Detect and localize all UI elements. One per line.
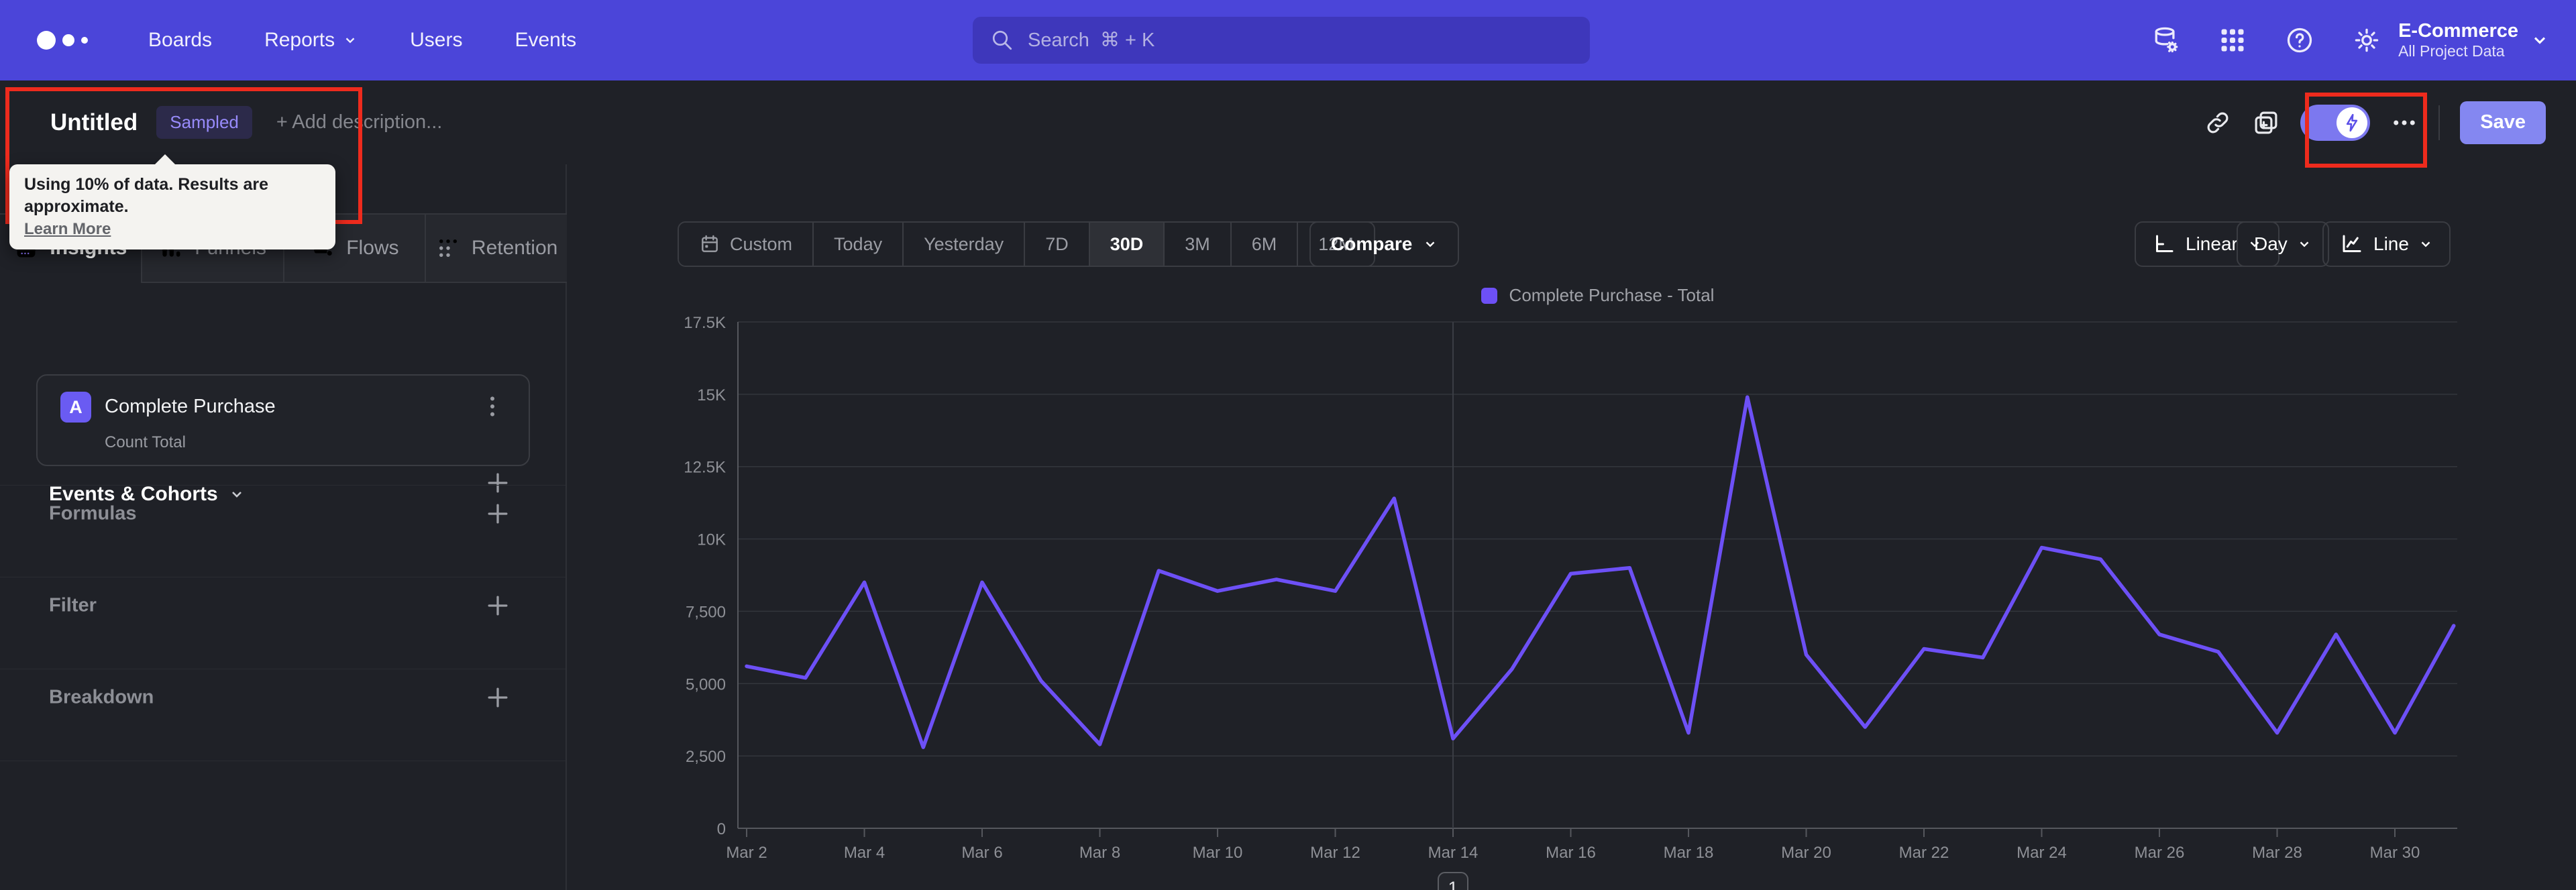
line-chart[interactable]: 0 2,500 5,000 7,500 10K 12.5K 15K 17.5K Mar 2 Mar… [567,164,2576,890]
event-row-complete-purchase[interactable]: A Complete Purchase Count Total [36,374,530,466]
settings-gear-icon[interactable] [2352,25,2381,55]
kebab-menu-icon[interactable] [479,393,506,420]
top-nav-bar: Boards Reports Users Events E-Commerce A… [0,0,2576,80]
x-axis-tick-label: Mar 22 [1899,844,1949,862]
x-axis-tick-label: Mar 30 [2370,844,2420,862]
series-line[interactable] [745,395,2456,749]
divider [2438,105,2440,140]
event-metric[interactable]: Count Total [105,433,186,452]
more-options-icon[interactable] [2390,109,2418,137]
x-axis-tick-label: Mar 18 [1664,844,1714,862]
y-axis-tick-label: 2,500 [686,748,726,766]
mixpanel-logo[interactable] [37,31,88,50]
query-sidebar: Insights Funnels Flows Retention Events … [0,164,567,890]
y-axis-tick-label: 12.5K [684,459,726,477]
add-to-board-icon[interactable] [2252,109,2280,137]
x-axis-tick-label: Mar 10 [1193,844,1243,862]
chart-panel: Custom Today Yesterday 7D 30D 3M 6M 12M … [567,164,2576,890]
event-name: Complete Purchase [105,396,276,417]
x-axis-tick-label: Mar 16 [1546,844,1596,862]
x-axis-tick-label: Mar 4 [844,844,885,862]
tooltip-arrow [154,154,176,165]
nav-events[interactable]: Events [515,29,576,52]
primary-nav: Boards Reports Users Events [148,29,576,52]
add-breakdown-button[interactable] [483,683,513,712]
breakdown-section: Breakdown [0,675,567,720]
title-actions: Save [2204,101,2546,144]
y-axis-tick-label: 15K [697,386,726,404]
filter-label: Filter [49,594,97,616]
x-axis-tick-label: Mar 26 [2135,844,2185,862]
boost-toggle[interactable] [2300,104,2371,141]
copy-link-icon[interactable] [2204,109,2232,137]
report-title-bar: Untitled Sampled + Add description... Sa… [0,80,2576,166]
add-formula-button[interactable] [483,499,513,529]
lightning-bolt-icon [2337,107,2368,138]
y-axis-tick-label: 5,000 [686,675,726,693]
search-input[interactable] [1026,28,1572,52]
top-icon-group [2151,0,2381,80]
formulas-section: Formulas [0,492,567,536]
add-filter-button[interactable] [483,591,513,620]
retention-icon [435,235,461,261]
learn-more-link[interactable]: Learn More [24,220,111,239]
y-axis-tick-label: 7,500 [686,603,726,621]
project-selector[interactable]: E-Commerce All Project Data [2398,0,2549,80]
tab-retention[interactable]: Retention [425,215,567,282]
tab-label: Retention [471,237,558,259]
x-axis-tick-label: Mar 20 [1781,844,1831,862]
nav-users[interactable]: Users [410,29,462,52]
help-icon[interactable] [2285,25,2314,55]
project-scope: All Project Data [2398,42,2505,60]
data-management-icon[interactable] [2151,25,2180,55]
x-axis-tick-label: Mar 6 [961,844,1002,862]
search-icon [990,28,1014,52]
y-axis-tick-label: 10K [697,531,726,549]
chevron-down-icon [345,38,355,44]
tooltip-text: Using 10% of data. Results are approxima… [24,175,269,216]
global-search[interactable] [973,17,1590,64]
breakdown-label: Breakdown [49,686,154,708]
x-axis-tick-label: Mar 2 [726,844,767,862]
x-axis-tick-label: Mar 28 [2252,844,2302,862]
project-name: E-Commerce [2398,20,2518,42]
y-axis-tick-label: 17.5K [684,314,726,332]
x-axis-tick-label: Mar 12 [1310,844,1360,862]
nav-reports[interactable]: Reports [264,29,358,52]
save-button[interactable]: Save [2460,101,2546,144]
tab-label: Flows [346,237,399,259]
formulas-label: Formulas [49,502,137,524]
sampling-tooltip: Using 10% of data. Results are approxima… [9,154,335,249]
x-axis-tick-label: Mar 8 [1079,844,1120,862]
add-description[interactable]: + Add description... [276,111,442,133]
chevron-down-icon [2534,37,2546,44]
x-axis-tick-label: Mar 24 [2017,844,2067,862]
event-letter-chip: A [60,392,91,423]
annotation-marker-label: 1 [1448,878,1458,890]
divider [0,485,566,486]
y-axis-tick-label: 0 [717,820,726,838]
nav-boards[interactable]: Boards [148,29,212,52]
apps-grid-icon[interactable] [2218,25,2247,55]
report-title[interactable]: Untitled [50,109,138,136]
x-axis-tick-label: Mar 14 [1428,844,1479,862]
sampled-badge[interactable]: Sampled [156,106,252,139]
filter-section: Filter [0,583,567,628]
